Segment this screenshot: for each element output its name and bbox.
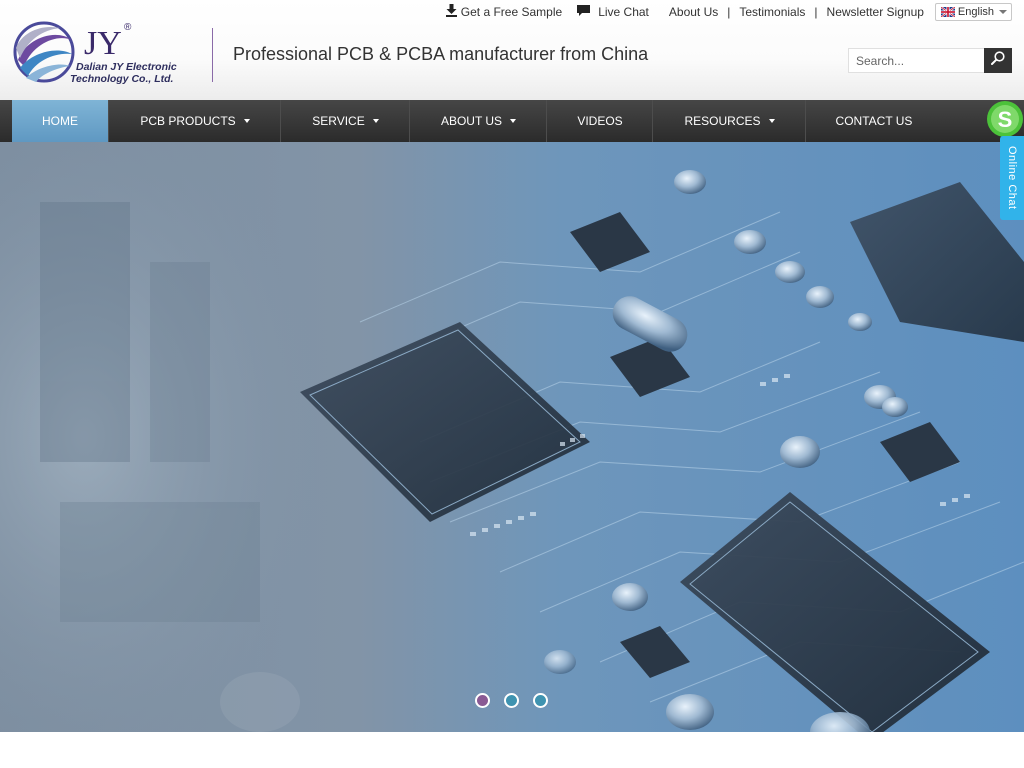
language-select[interactable]: English (934, 3, 1012, 21)
chevron-down-icon (243, 119, 250, 123)
page-bottom-area (0, 732, 1024, 768)
logo-divider (212, 28, 213, 82)
nav-divider (546, 100, 547, 142)
live-chat-label: Live Chat (598, 5, 649, 19)
nav-item-label: CONTACT US (835, 114, 913, 128)
slide-dot-3[interactable] (533, 693, 548, 708)
logo-graphic: JY ® Dalian JY Electronic Technology Co.… (13, 21, 177, 85)
testimonials-link[interactable]: Testimonials (739, 5, 805, 19)
top-links-bar: Get a Free Sample Live Chat About Us | T… (445, 3, 1012, 21)
company-logo[interactable]: JY ® Dalian JY Electronic Technology Co.… (12, 18, 192, 86)
live-chat-link[interactable]: Live Chat (577, 4, 649, 20)
nav-item-pcb-products[interactable]: PCB PRODUCTS (110, 100, 280, 142)
circuit-board-image (0, 142, 1024, 732)
hero-slider[interactable] (0, 142, 1024, 732)
nav-divider (805, 100, 806, 142)
logo-letters: JY (84, 25, 122, 62)
site-tagline: Professional PCB & PCBA manufacturer fro… (233, 44, 649, 64)
language-label: English (957, 6, 994, 18)
search-button[interactable] (984, 48, 1012, 73)
nav-item-service[interactable]: SERVICE (282, 100, 409, 142)
nav-item-label: ABOUT US (440, 114, 503, 128)
chevron-down-icon (768, 119, 775, 123)
online-chat-tab[interactable]: Online Chat (1000, 136, 1024, 220)
logo-company-line1: Dalian JY Electronic (76, 61, 177, 73)
nav-item-label: RESOURCES (684, 114, 761, 128)
nav-item-home[interactable]: HOME (12, 100, 108, 142)
logo-registered-mark: ® (124, 22, 132, 33)
download-icon (445, 4, 457, 20)
nav-item-videos[interactable]: VIDEOS (548, 100, 652, 142)
svg-text:S: S (998, 107, 1013, 132)
slide-dot-1[interactable] (475, 693, 490, 708)
chevron-down-icon (372, 119, 379, 123)
free-sample-link[interactable]: Get a Free Sample (445, 4, 563, 20)
search-icon (991, 51, 1005, 70)
main-nav: HOME PCB PRODUCTS SERVICE ABOUT US VIDEO… (0, 100, 1024, 142)
search-form (848, 48, 1012, 73)
chat-bubble-icon (577, 4, 591, 20)
link-separator: | (727, 5, 731, 19)
uk-flag-icon (940, 6, 956, 18)
chevron-down-icon (510, 119, 517, 123)
nav-item-label: PCB PRODUCTS (140, 114, 236, 128)
nav-divider (108, 100, 109, 142)
nav-item-resources[interactable]: RESOURCES (654, 100, 805, 142)
nav-item-about-us[interactable]: ABOUT US (411, 100, 546, 142)
logo-company-line2: Technology Co., Ltd. (70, 73, 174, 85)
nav-divider (280, 100, 281, 142)
nav-item-contact-us[interactable]: CONTACT US (807, 100, 941, 142)
newsletter-signup-link[interactable]: Newsletter Signup (827, 5, 924, 19)
slide-dot-2[interactable] (504, 693, 519, 708)
online-chat-label: Online Chat (1006, 146, 1018, 210)
slider-pagination (475, 693, 562, 708)
free-sample-label: Get a Free Sample (460, 5, 563, 19)
nav-divider (409, 100, 410, 142)
skype-icon[interactable]: S (986, 100, 1024, 138)
nav-divider (652, 100, 653, 142)
chevron-down-icon (999, 10, 1007, 14)
nav-item-label: HOME (42, 114, 78, 128)
nav-item-label: VIDEOS (577, 114, 623, 128)
search-input[interactable] (848, 48, 984, 73)
about-us-link[interactable]: About Us (669, 5, 718, 19)
online-chat-widget[interactable]: S Online Chat (986, 100, 1024, 220)
site-header: JY ® Dalian JY Electronic Technology Co.… (0, 0, 1024, 100)
link-separator: | (814, 5, 818, 19)
nav-item-label: SERVICE (312, 114, 365, 128)
